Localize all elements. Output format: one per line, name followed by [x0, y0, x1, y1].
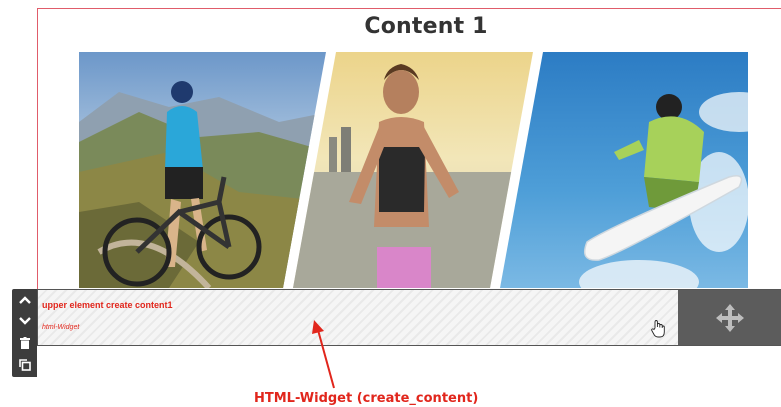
move-up-icon[interactable] [12, 290, 37, 310]
annotation-label: HTML-Widget (create_content) [254, 391, 479, 406]
delete-icon[interactable] [12, 333, 37, 353]
content-title: Content 1 [364, 14, 488, 39]
move-down-icon[interactable] [12, 311, 37, 331]
hand-cursor-icon [651, 320, 665, 343]
html-widget-bar[interactable]: upper element create content1 html-Widge… [37, 289, 781, 346]
widget-type-label: html-Widget [42, 324, 80, 331]
annotation-arrow-icon [300, 318, 340, 395]
move-arrows-icon [716, 303, 744, 332]
mountain-biker-image [79, 52, 326, 288]
widget-text: upper element create content1 [42, 300, 173, 310]
runner-image [293, 52, 533, 288]
snowboarder-image [500, 52, 748, 288]
duplicate-icon[interactable] [12, 355, 37, 375]
element-toolbar [12, 289, 37, 377]
widget-content-area[interactable]: upper element create content1 html-Widge… [38, 290, 678, 345]
gallery-svg [79, 52, 748, 288]
image-gallery [79, 52, 748, 288]
move-handle[interactable] [678, 290, 781, 345]
